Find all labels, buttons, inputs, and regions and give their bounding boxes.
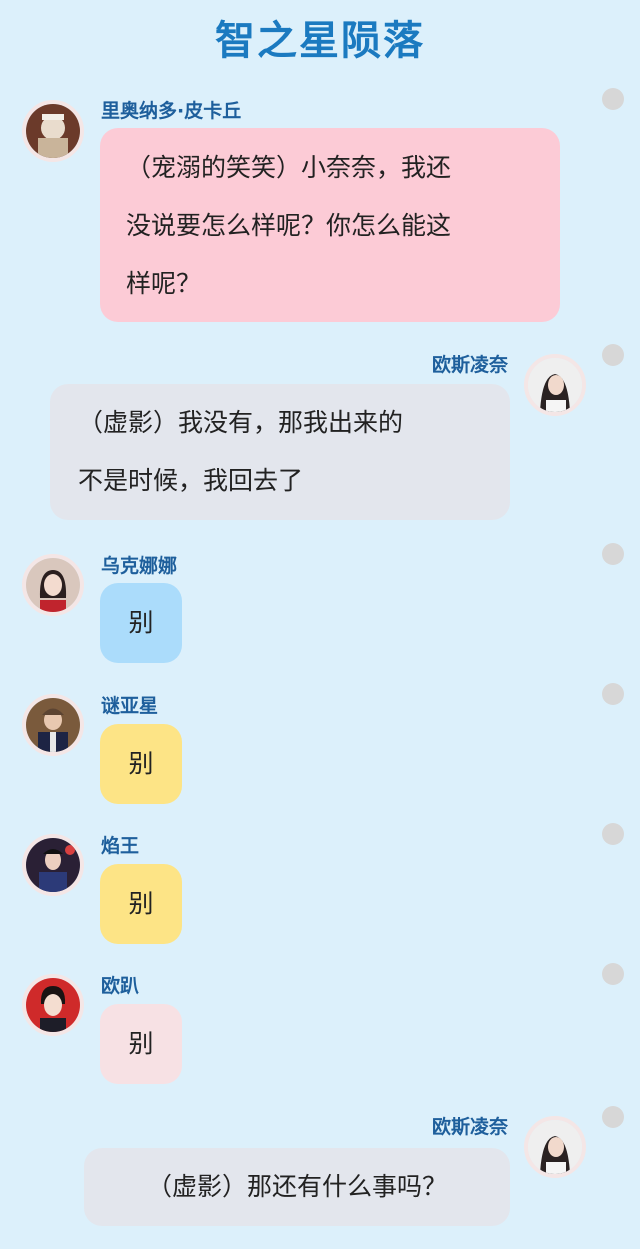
- status-dot-icon: [602, 543, 624, 565]
- speaker-name: 里奥纳多·皮卡丘: [101, 100, 242, 122]
- avatar-icon[interactable]: [22, 554, 84, 616]
- status-dot-icon: [602, 88, 624, 110]
- message-text: 别: [128, 889, 154, 918]
- avatar-icon[interactable]: [22, 834, 84, 896]
- speaker-name: 谜亚星: [101, 695, 159, 717]
- message-bubble[interactable]: 别: [100, 1004, 182, 1084]
- status-dot-icon: [602, 1106, 624, 1128]
- message-bubble[interactable]: （虚影）我没有，那我出来的 不是时候，我回去了: [50, 384, 510, 520]
- message-text-line: 样呢？: [126, 269, 202, 298]
- avatar-icon[interactable]: [22, 100, 84, 162]
- message-bubble[interactable]: 别: [100, 724, 182, 804]
- status-dot-icon: [602, 344, 624, 366]
- avatar-icon[interactable]: [22, 974, 84, 1036]
- speaker-name: 欧趴: [101, 975, 140, 997]
- message-text-line: 不是时候，我回去了: [78, 466, 304, 495]
- status-dot-icon: [602, 823, 624, 845]
- page-title: 智之星陨落: [215, 18, 425, 64]
- speaker-name: 乌克娜娜: [101, 555, 178, 577]
- message-bubble[interactable]: 别: [100, 864, 182, 944]
- message-bubble[interactable]: （宠溺的笑笑）小奈奈，我还 没说要怎么样呢？你怎么能这 样呢？: [100, 128, 560, 322]
- avatar-icon[interactable]: [22, 694, 84, 756]
- message-text: 别: [128, 1029, 154, 1058]
- avatar-icon[interactable]: [524, 354, 586, 416]
- speaker-name: 欧斯凌奈: [431, 1116, 508, 1138]
- message-bubble[interactable]: （虚影）那还有什么事吗？: [84, 1148, 510, 1226]
- message-text-line: （宠溺的笑笑）小奈奈，我还: [126, 153, 452, 182]
- message-bubble[interactable]: 别: [100, 583, 182, 663]
- status-dot-icon: [602, 963, 624, 985]
- status-dot-icon: [602, 683, 624, 705]
- message-text: 别: [128, 749, 154, 778]
- message-text: 别: [128, 608, 154, 637]
- speaker-name: 欧斯凌奈: [431, 354, 508, 376]
- message-text-line: 没说要怎么样呢？你怎么能这: [126, 211, 452, 240]
- avatar-icon[interactable]: [524, 1116, 586, 1178]
- message-text-line: （虚影）我没有，那我出来的: [78, 408, 404, 437]
- message-text: （虚影）那还有什么事吗？: [146, 1172, 447, 1201]
- speaker-name: 焰王: [101, 835, 140, 857]
